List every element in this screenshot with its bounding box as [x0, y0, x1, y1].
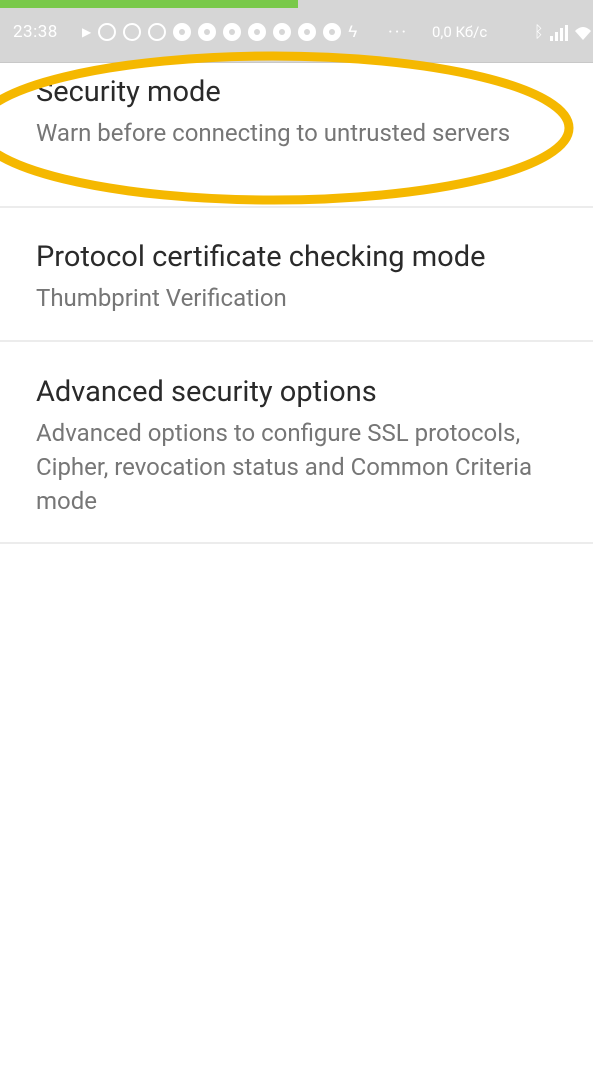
setting-certificate-checking-mode[interactable]: Protocol certificate checking mode Thumb…: [0, 208, 593, 342]
notification-icons: ▶ ϟ: [82, 22, 357, 42]
setting-summary: Advanced options to configure SSL protoc…: [36, 419, 533, 515]
setting-security-mode[interactable]: Security mode Warn before connecting to …: [0, 62, 593, 208]
status-time: 23:38: [13, 22, 58, 42]
setting-title: Protocol certificate checking mode: [36, 240, 486, 274]
app-icon: [323, 23, 342, 41]
notification-icon: [123, 23, 142, 41]
play-icon: ▶: [82, 25, 92, 39]
app-icon: [198, 23, 217, 41]
app-icon: [223, 23, 242, 41]
app-icon: [248, 23, 267, 41]
app-icon: [298, 23, 317, 41]
notification-icon: [148, 23, 167, 41]
app-icon: [273, 23, 292, 41]
signal-icon: [549, 25, 568, 41]
app-icon: [173, 23, 192, 41]
bluetooth-icon: ᛒ: [534, 22, 544, 41]
system-icons: ᛒ: [534, 22, 592, 41]
notification-icon: [98, 23, 117, 41]
setting-advanced-security-options[interactable]: Advanced security options Advanced optio…: [0, 342, 593, 544]
setting-summary: Warn before connecting to untrusted serv…: [36, 119, 511, 147]
progress-indicator: [0, 0, 298, 8]
network-speed: 0,0 Кб/с: [432, 23, 488, 41]
status-bar: 23:38 ▶ ϟ ··· 0,0 Кб/с ᛒ: [0, 0, 593, 63]
bolt-icon: ϟ: [348, 22, 358, 42]
more-notifications-icon: ···: [388, 22, 409, 43]
setting-title: Advanced security options: [36, 375, 377, 409]
setting-title: Security mode: [36, 75, 221, 109]
setting-summary: Thumbprint Verification: [36, 284, 287, 312]
wifi-icon: [574, 27, 591, 40]
